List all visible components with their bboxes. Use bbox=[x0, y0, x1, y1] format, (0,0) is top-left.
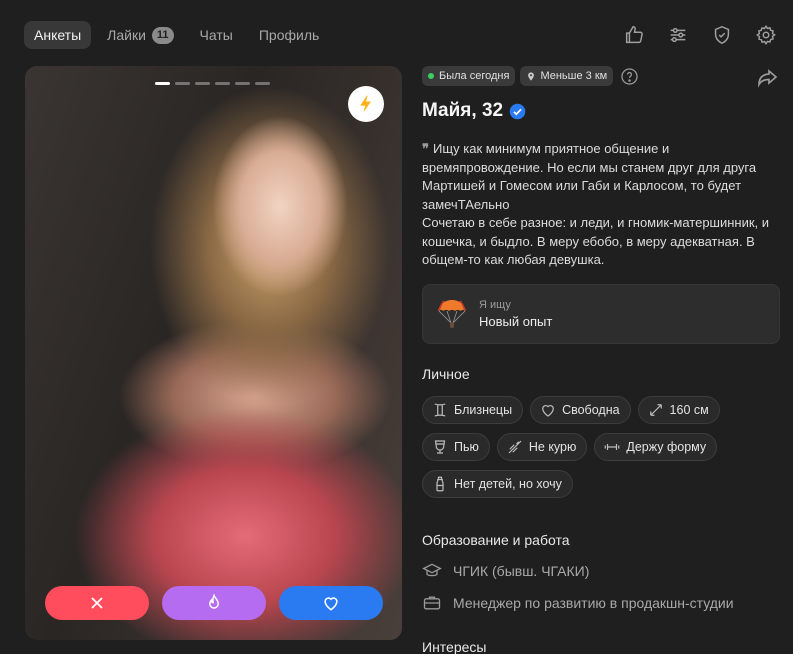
distance-badge: Меньше 3 км bbox=[520, 66, 614, 86]
education-section-title: Образование и работа bbox=[422, 531, 570, 548]
seeking-value: Новый опыт bbox=[479, 313, 553, 329]
like-icon[interactable] bbox=[621, 22, 647, 48]
tab-likes[interactable]: Лайки 11 bbox=[97, 21, 183, 49]
parachute-icon bbox=[438, 299, 466, 328]
graduation-cap-icon bbox=[422, 563, 442, 576]
gemini-icon bbox=[434, 402, 446, 417]
job-title: Менеджер по развитию в продакшн-студии bbox=[453, 594, 734, 611]
help-icon[interactable] bbox=[620, 67, 639, 86]
baby-bottle-icon bbox=[436, 476, 444, 491]
dislike-button[interactable] bbox=[45, 586, 149, 620]
chip-label: 160 см bbox=[669, 402, 709, 417]
personal-chip: Пью bbox=[422, 432, 490, 461]
online-dot-icon bbox=[428, 73, 434, 79]
dumbbell-icon bbox=[605, 443, 620, 450]
photo-dot[interactable] bbox=[235, 82, 250, 85]
tab-chats[interactable]: Чаты bbox=[190, 21, 243, 49]
personal-chip: Нет детей, но хочу bbox=[422, 469, 573, 498]
gear-icon[interactable] bbox=[753, 22, 779, 48]
personal-chips: Близнецы Свободна 160 см Пью Не курю Держу фо… bbox=[422, 395, 787, 507]
glass-icon bbox=[434, 439, 446, 454]
personal-section-title: Личное bbox=[422, 365, 470, 382]
tab-label: Чаты bbox=[199, 27, 233, 43]
tab-label: Лайки bbox=[107, 27, 146, 43]
profile-bio: ❞ Ищу как минимум приятное общение и врем… bbox=[422, 140, 774, 270]
online-status-badge: Была сегодня bbox=[422, 66, 516, 86]
tab-profile[interactable]: Профиль bbox=[249, 21, 329, 49]
boost-button[interactable] bbox=[348, 86, 384, 122]
online-status-text: Была сегодня bbox=[439, 70, 510, 82]
filters-icon[interactable] bbox=[665, 22, 691, 48]
personal-chip: Держу форму bbox=[594, 432, 718, 461]
photo-pagination bbox=[155, 82, 275, 85]
share-icon[interactable] bbox=[755, 66, 779, 90]
super-like-button[interactable] bbox=[162, 586, 266, 620]
personal-chip: 160 см bbox=[637, 395, 720, 424]
top-icon-bar bbox=[603, 22, 779, 48]
top-navigation: Анкеты Лайки 11 Чаты Профиль bbox=[0, 0, 793, 70]
shield-icon[interactable] bbox=[709, 22, 735, 48]
profile-photo-card[interactable] bbox=[25, 66, 402, 640]
personal-chip: Не курю bbox=[496, 432, 588, 461]
chip-label: Не курю bbox=[528, 439, 577, 454]
height-icon bbox=[649, 403, 662, 416]
quote-icon: ❞ bbox=[422, 141, 429, 156]
heart-icon bbox=[324, 597, 338, 611]
flame-icon bbox=[209, 593, 219, 609]
main-tabs: Анкеты Лайки 11 Чаты Профиль bbox=[24, 21, 335, 49]
education-item: ЧГИК (бывш. ЧГАКИ) bbox=[422, 561, 787, 581]
chip-label: Близнецы bbox=[454, 402, 513, 417]
photo-dot[interactable] bbox=[255, 82, 270, 85]
verified-icon bbox=[509, 103, 526, 120]
lightning-icon bbox=[360, 95, 371, 113]
job-item: Менеджер по развитию в продакшн-студии bbox=[422, 593, 787, 613]
photo-dot[interactable] bbox=[175, 82, 190, 85]
personal-chip: Свободна bbox=[530, 395, 631, 424]
status-row: Была сегодня Меньше 3 км bbox=[422, 66, 787, 88]
chip-label: Держу форму bbox=[626, 439, 707, 454]
seeking-card: Я ищу Новый опыт bbox=[422, 283, 780, 344]
distance-text: Меньше 3 км bbox=[540, 70, 608, 82]
location-pin-icon bbox=[528, 71, 535, 81]
interests-section-title: Интересы bbox=[422, 638, 487, 654]
tab-label: Анкеты bbox=[34, 27, 82, 43]
education-school: ЧГИК (бывш. ЧГАКИ) bbox=[453, 562, 590, 579]
bio-text: Ищу как минимум приятное общение и время… bbox=[422, 141, 770, 267]
profile-info: Была сегодня Меньше 3 км Майя, 32 ❞ Ищу к… bbox=[422, 66, 787, 654]
close-icon bbox=[91, 597, 103, 609]
photo-dot[interactable] bbox=[155, 82, 170, 85]
briefcase-icon bbox=[423, 596, 441, 609]
seeking-text: Я ищу Новый опыт bbox=[479, 299, 552, 329]
personal-chip: Близнецы bbox=[422, 395, 524, 424]
likes-count-badge: 11 bbox=[151, 26, 174, 44]
chip-label: Пью bbox=[454, 439, 479, 454]
no-smoking-icon bbox=[508, 440, 522, 453]
name-row: Майя, 32 bbox=[422, 100, 787, 122]
photo-actions bbox=[45, 586, 396, 620]
like-button[interactable] bbox=[279, 586, 383, 620]
heart-icon bbox=[542, 404, 554, 417]
tab-label: Профиль bbox=[258, 27, 320, 43]
photo-dot[interactable] bbox=[215, 82, 230, 85]
photo-dot[interactable] bbox=[195, 82, 210, 85]
seeking-label: Я ищу bbox=[479, 298, 511, 311]
chip-label: Нет детей, но хочу bbox=[454, 476, 562, 491]
chip-label: Свободна bbox=[562, 402, 620, 417]
tab-profiles[interactable]: Анкеты bbox=[24, 21, 92, 49]
profile-name-age: Майя, 32 bbox=[422, 100, 504, 121]
